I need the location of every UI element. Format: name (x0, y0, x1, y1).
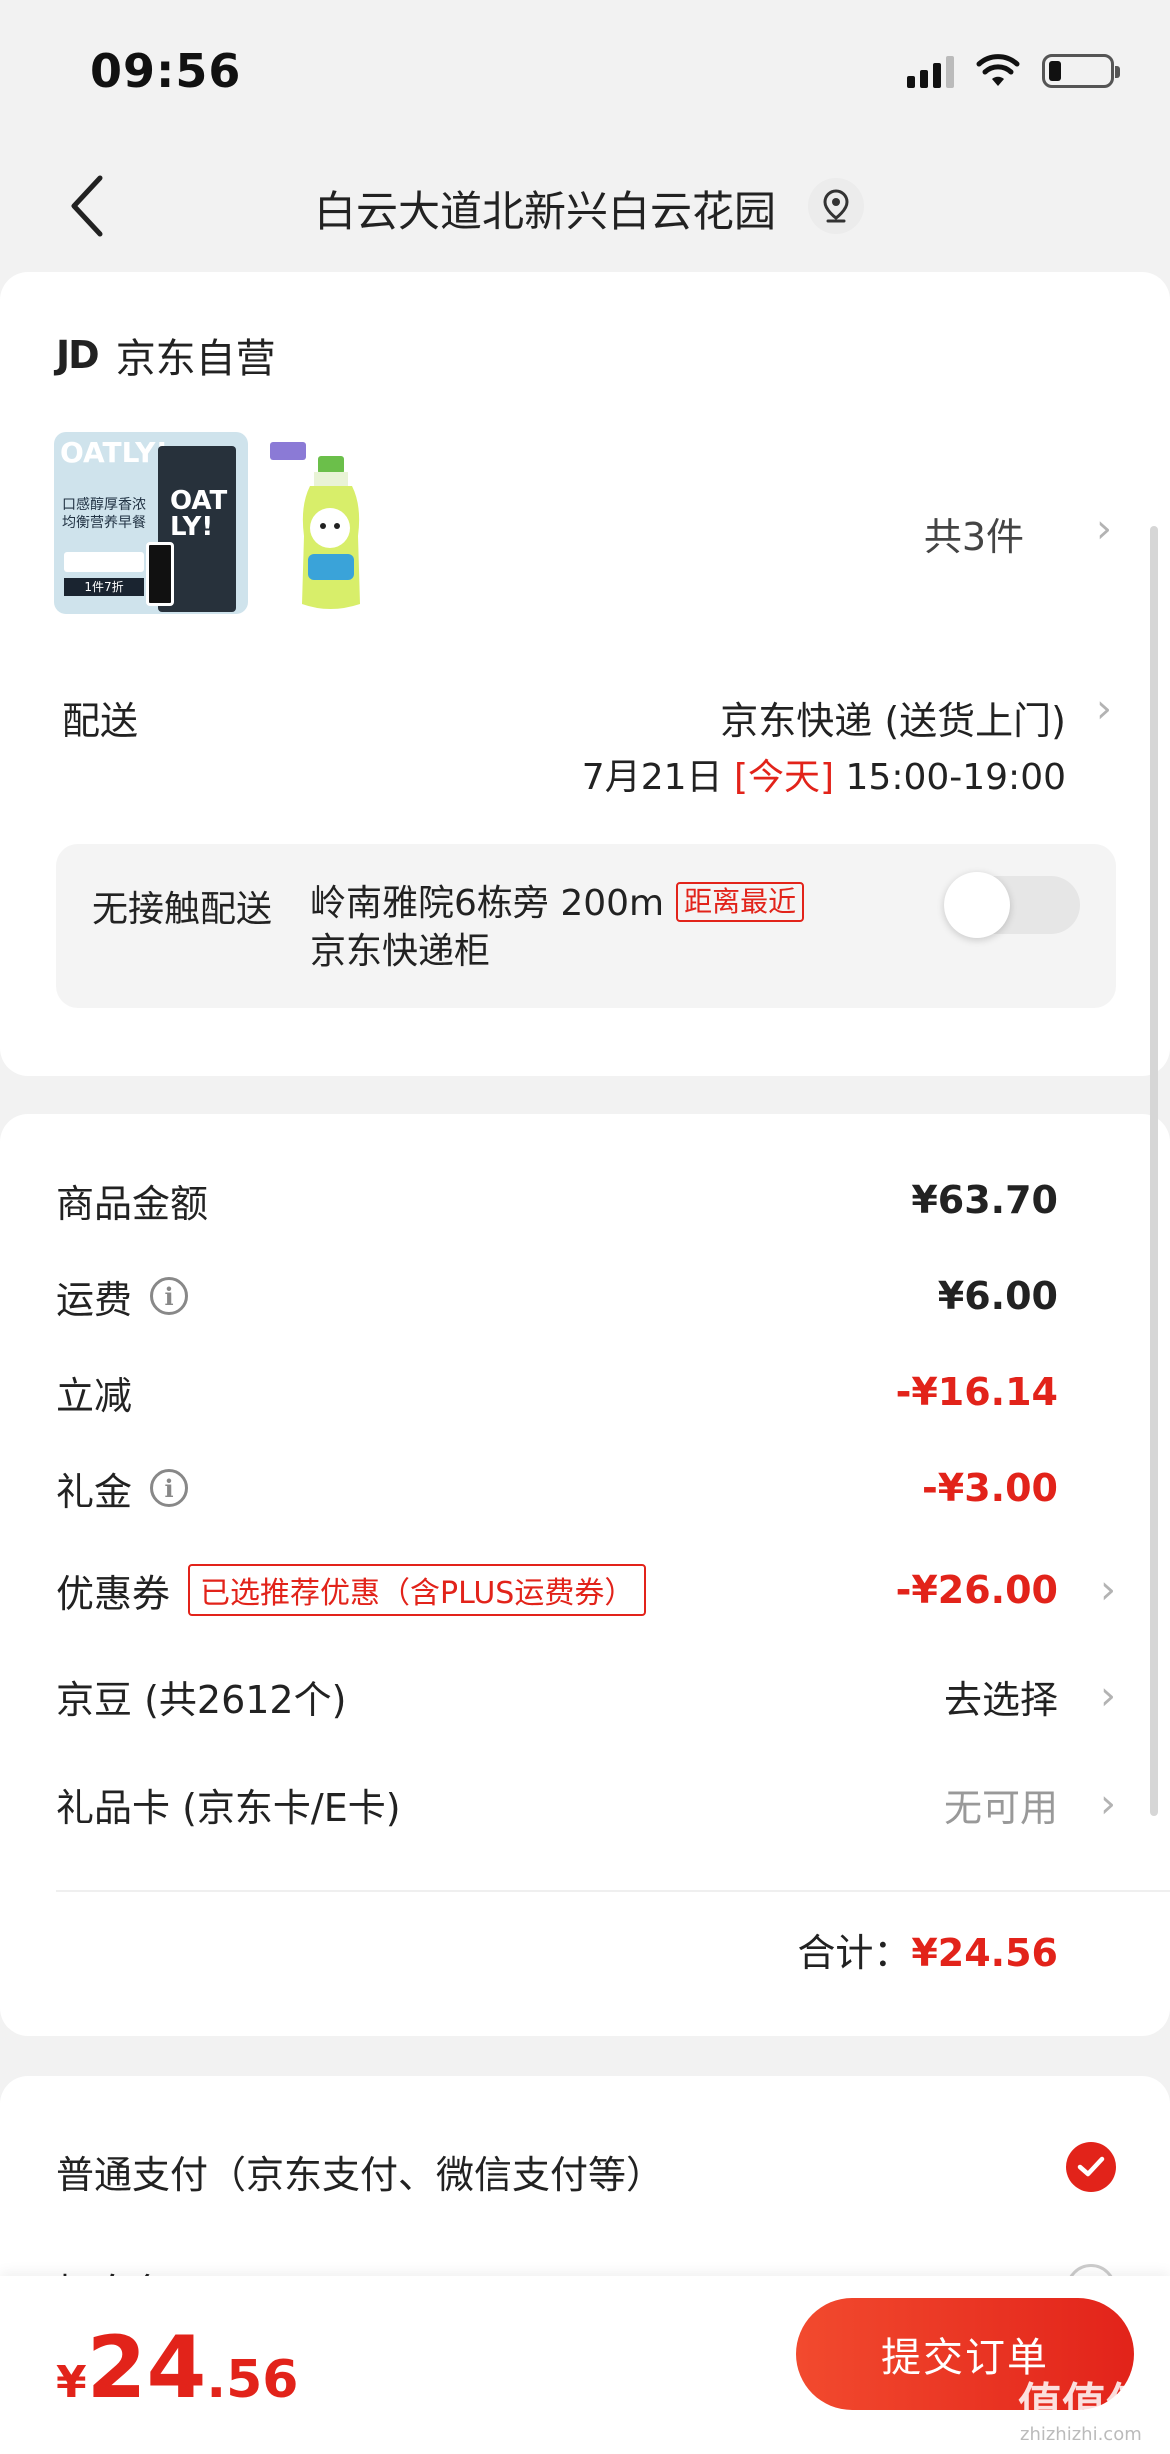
gift-card-label: 礼品卡 (京东卡/E卡) (56, 1785, 401, 1830)
product-price-tag: 1件7折 (64, 578, 144, 596)
jd-beans-label: 京豆 (共2612个) (56, 1677, 347, 1722)
shipping-label: 运费 (56, 1277, 133, 1322)
watermark-sub: zhizhizhi.com (1020, 2424, 1142, 2445)
payment-option-normal[interactable]: 普通支付（京东支付、微信支付等） (56, 2144, 664, 2199)
jd-beans-row[interactable]: 京豆 (共2612个) 去选择 › (56, 1668, 1116, 1724)
locker-name: 京东快递柜 (310, 931, 491, 972)
watermark: 值值值 (1018, 2379, 1150, 2430)
jd-logo: JD (56, 333, 100, 377)
shipping-row: 运费 i ¥6.00 (56, 1268, 1116, 1324)
check-icon[interactable] (1066, 2142, 1116, 2192)
coupon-value: -¥26.00 (895, 1568, 1058, 1612)
contactless-toggle[interactable] (944, 872, 1080, 938)
chevron-right-icon[interactable]: › (1100, 1567, 1116, 1613)
total-value: ¥24.56 (911, 1931, 1058, 1975)
gift-money-label: 礼金 (56, 1469, 133, 1514)
store-name: 京东自营 (115, 336, 276, 382)
battery-icon (1042, 54, 1120, 88)
item-count[interactable]: 共3件 (924, 506, 1024, 561)
gift-money-value: -¥3.00 (922, 1466, 1058, 1510)
chevron-right-icon[interactable]: › (1096, 686, 1112, 732)
amount-integer: 24 (86, 2318, 207, 2418)
status-icons (907, 54, 1120, 88)
delivery-date: 7月21日 (581, 757, 723, 798)
gift-card-value: 无可用 (943, 1785, 1058, 1830)
currency-symbol: ¥ (56, 2357, 87, 2408)
shipping-value: ¥6.00 (937, 1274, 1058, 1318)
product-tag: 口感醇厚香浓 均衡营养早餐 (62, 497, 146, 531)
delivery-time[interactable]: 7月21日 [今天] 15:00-19:00 (582, 748, 1066, 800)
delivery-today: [今天] (733, 757, 835, 798)
gift-money-row: 礼金 i -¥3.00 (56, 1460, 1116, 1516)
info-icon[interactable]: i (150, 1277, 189, 1315)
contactless-address: 岭南雅院6栋旁 200m 距离最近 京东快递柜 (310, 880, 870, 976)
signal-icon (907, 54, 954, 88)
delivery-type[interactable]: 京东快递 (送货上门) (720, 690, 1066, 745)
scrollbar[interactable] (1150, 526, 1158, 1816)
chevron-right-icon[interactable]: › (1100, 1781, 1116, 1827)
contactless-label: 无接触配送 (92, 889, 273, 930)
discount-label: 立减 (56, 1373, 133, 1418)
goods-amount-row: 商品金额 ¥63.70 (56, 1172, 1116, 1228)
status-time: 09:56 (90, 44, 242, 98)
total-label: 合计： (797, 1931, 912, 1975)
coupon-tag: 已选推荐优惠（含PLUS运费券） (188, 1564, 647, 1616)
total-row: 合计：¥24.56 (797, 1922, 1058, 1977)
gift-card-row[interactable]: 礼品卡 (京东卡/E卡) 无可用 › (56, 1776, 1116, 1832)
jd-beans-value[interactable]: 去选择 (944, 1669, 1058, 1724)
location-icon[interactable] (808, 178, 864, 234)
goods-amount-value: ¥63.70 (911, 1178, 1058, 1222)
store-header: JD 京东自营 (56, 326, 276, 384)
chevron-right-icon[interactable]: › (1100, 1673, 1116, 1719)
coupon-label: 优惠券 (56, 1571, 171, 1616)
goods-amount-label: 商品金额 (56, 1181, 209, 1226)
nearest-tag: 距离最近 (676, 882, 805, 922)
pay-amount: ¥24.56 (56, 2318, 298, 2418)
product-image-oatly[interactable]: OATLY! 口感醇厚香浓 均衡营养早餐 1件7折 OAT LY! (54, 432, 248, 614)
page-title[interactable]: 白云大道北新兴白云花园 (0, 178, 1090, 239)
locker-address: 岭南雅院6栋旁 200m (310, 883, 665, 924)
amount-decimal: .56 (206, 2350, 299, 2410)
coupon-row[interactable]: 优惠券 已选推荐优惠（含PLUS运费券） -¥26.00 › (56, 1562, 1116, 1618)
delivery-label: 配送 (62, 699, 139, 743)
product-image-drink[interactable] (270, 436, 388, 616)
discount-value: -¥16.14 (895, 1370, 1058, 1414)
product-brand: OATLY! (60, 436, 169, 469)
discount-row: 立减 -¥16.14 (56, 1364, 1116, 1420)
chevron-right-icon[interactable]: › (1096, 506, 1112, 552)
info-icon[interactable]: i (150, 1469, 189, 1507)
delivery-window: 15:00-19:00 (845, 757, 1066, 798)
wifi-icon (976, 54, 1020, 86)
divider (56, 1890, 1170, 1892)
